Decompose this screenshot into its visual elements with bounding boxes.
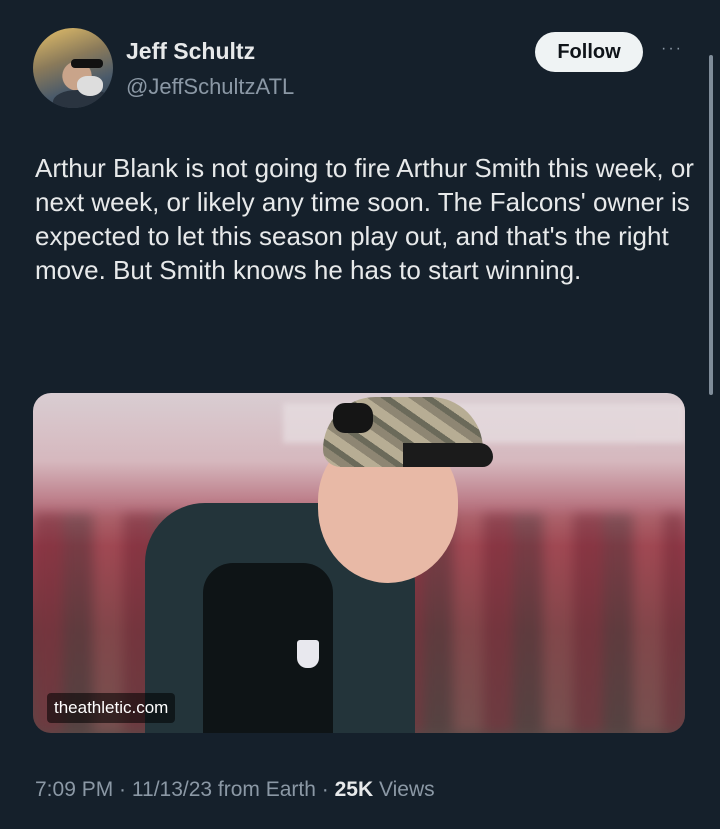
views-label: Views xyxy=(373,778,435,801)
scrollbar[interactable] xyxy=(709,55,713,395)
meta-separator: · xyxy=(315,778,335,801)
coach-cap-brim xyxy=(403,443,493,467)
tweet-time[interactable]: 7:09 PM xyxy=(35,778,113,801)
author-name[interactable]: Jeff Schultz xyxy=(126,38,255,65)
avatar[interactable] xyxy=(33,28,113,108)
tweet-date[interactable]: 11/13/23 xyxy=(132,778,212,801)
headset-icon xyxy=(333,403,373,433)
views-count: 25K xyxy=(334,778,374,801)
tweet-text: Arthur Blank is not going to fire Arthur… xyxy=(35,153,694,285)
tweet-meta: 7:09 PM · 11/13/23 from Earth · 25K View… xyxy=(35,778,435,802)
avatar-beard xyxy=(77,76,103,96)
author-handle[interactable]: @JeffSchultzATL xyxy=(126,74,294,100)
tweet-source: from Earth xyxy=(212,778,316,801)
nfl-shield-icon xyxy=(297,640,319,668)
more-horizontal-icon[interactable]: ··· xyxy=(657,34,687,64)
tweet-header: Jeff Schultz @JeffSchultzATL Follow ··· xyxy=(33,28,693,110)
media-source-label[interactable]: theathletic.com xyxy=(47,693,176,723)
meta-separator: · xyxy=(113,778,132,801)
follow-button[interactable]: Follow xyxy=(535,32,643,72)
avatar-glasses xyxy=(71,59,103,68)
tweet-media[interactable]: theathletic.com xyxy=(33,393,685,733)
